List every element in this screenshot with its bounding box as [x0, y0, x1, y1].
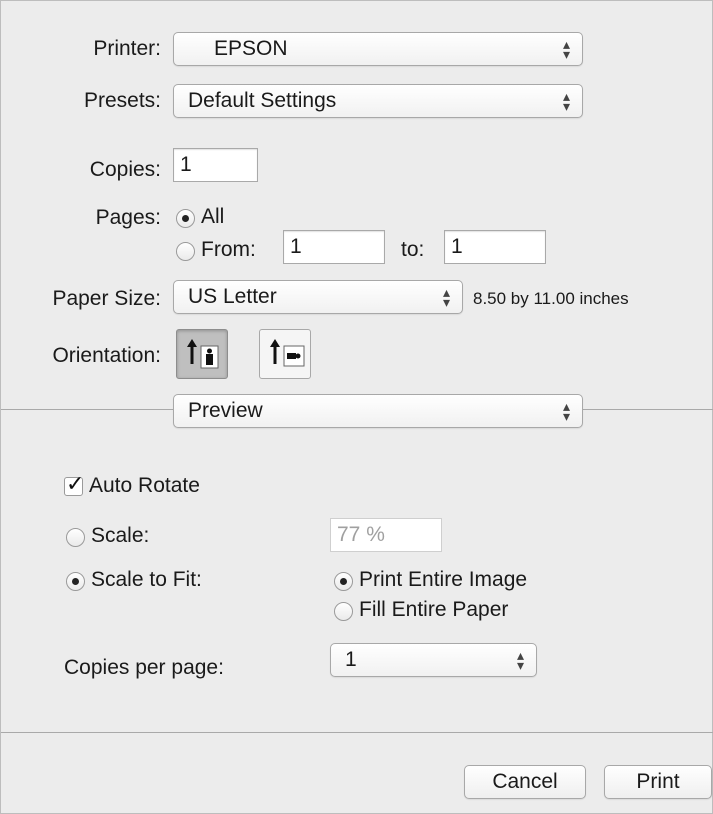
printer-popup[interactable]: EPSON ▴ ▾: [173, 32, 583, 66]
checkmark-icon: ✓: [66, 471, 85, 496]
paper-size-popup[interactable]: US Letter ▴ ▾: [173, 280, 463, 314]
auto-rotate-checkbox[interactable]: ✓: [64, 471, 84, 496]
fill-entire-paper-label: Fill Entire Paper: [359, 598, 509, 621]
auto-rotate-label: Auto Rotate: [89, 474, 200, 497]
pages-from-label: From:: [201, 238, 256, 261]
copies-field[interactable]: 1: [173, 148, 258, 182]
copies-per-page-value: 1: [345, 648, 357, 671]
copies-per-page-popup[interactable]: 1 ▴ ▾: [330, 643, 537, 677]
scale-radio[interactable]: [66, 528, 85, 547]
copies-label: Copies:: [89, 158, 161, 181]
print-dialog: Printer: EPSON ▴ ▾ Presets: Default Setti…: [0, 0, 713, 814]
scale-to-fit-radio[interactable]: [66, 572, 85, 591]
bottom-separator: [1, 732, 713, 733]
presets-popup[interactable]: Default Settings ▴ ▾: [173, 84, 583, 118]
paper-size-dimensions: 8.50 by 11.00 inches: [473, 289, 629, 308]
scale-label: Scale:: [91, 524, 150, 547]
copies-per-page-label: Copies per page:: [64, 656, 224, 679]
popup-arrows-icon: ▴ ▾: [516, 647, 524, 673]
popup-arrows-icon: ▴ ▾: [442, 284, 450, 310]
pages-to-label: to:: [401, 238, 425, 261]
orientation-label: Orientation:: [52, 344, 161, 367]
portrait-orientation-icon: [187, 339, 219, 369]
popup-arrows-icon: ▴ ▾: [562, 88, 570, 114]
print-entire-image-radio[interactable]: [334, 572, 353, 591]
orientation-portrait-button[interactable]: [176, 329, 228, 379]
pages-to-field[interactable]: 1: [444, 230, 546, 264]
scale-field[interactable]: 77 %: [330, 518, 442, 552]
presets-label: Presets:: [83, 89, 161, 112]
pages-label: Pages:: [95, 206, 161, 229]
cancel-button[interactable]: Cancel: [464, 765, 586, 799]
section-popup-value: Preview: [188, 399, 263, 422]
print-entire-image-label: Print Entire Image: [359, 568, 528, 591]
fill-entire-paper-radio[interactable]: [334, 602, 353, 621]
printer-label: Printer:: [93, 37, 161, 60]
pages-all-label: All: [201, 205, 225, 228]
popup-arrows-icon: ▴ ▾: [562, 398, 570, 424]
pages-from-field[interactable]: 1: [283, 230, 385, 264]
section-separator: [1, 409, 173, 410]
orientation-landscape-button[interactable]: [259, 329, 311, 379]
presets-value: Default Settings: [188, 89, 337, 112]
paper-size-label: Paper Size:: [52, 287, 161, 310]
section-popup[interactable]: Preview ▴ ▾: [173, 394, 583, 428]
paper-size-value: US Letter: [188, 285, 277, 308]
popup-arrows-icon: ▴ ▾: [562, 36, 570, 62]
scale-to-fit-label: Scale to Fit:: [91, 568, 202, 591]
section-separator: [583, 409, 713, 410]
print-button[interactable]: Print: [604, 765, 712, 799]
landscape-orientation-icon: [270, 339, 305, 367]
pages-all-radio[interactable]: [176, 209, 195, 228]
printer-value: EPSON: [214, 37, 288, 60]
pages-from-radio[interactable]: [176, 242, 195, 261]
